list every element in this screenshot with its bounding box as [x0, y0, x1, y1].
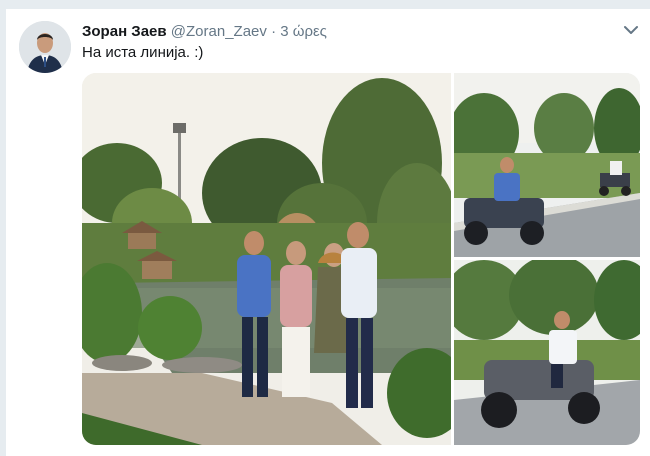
- tweet-card[interactable]: Зоран Заев @Zoran_Zaev · 3 ώρες На иста …: [6, 8, 650, 456]
- photo-atv-road[interactable]: [454, 73, 640, 257]
- tweet-media[interactable]: [82, 73, 640, 445]
- avatar[interactable]: [19, 21, 71, 73]
- separator-dot: ·: [271, 23, 277, 40]
- photo-atv-closeup[interactable]: [454, 260, 640, 445]
- tweet-timestamp[interactable]: 3 ώρες: [280, 23, 327, 40]
- tweet-text: На иста линија. :): [82, 44, 204, 61]
- author-name[interactable]: Зоран Заев: [82, 23, 167, 40]
- chevron-down-icon[interactable]: [622, 23, 640, 37]
- author-handle[interactable]: @Zoran_Zaev: [171, 23, 267, 40]
- photo-group-garden[interactable]: [82, 73, 451, 445]
- tweet-header: Зоран Заев @Zoran_Zaev · 3 ώρες: [82, 22, 327, 42]
